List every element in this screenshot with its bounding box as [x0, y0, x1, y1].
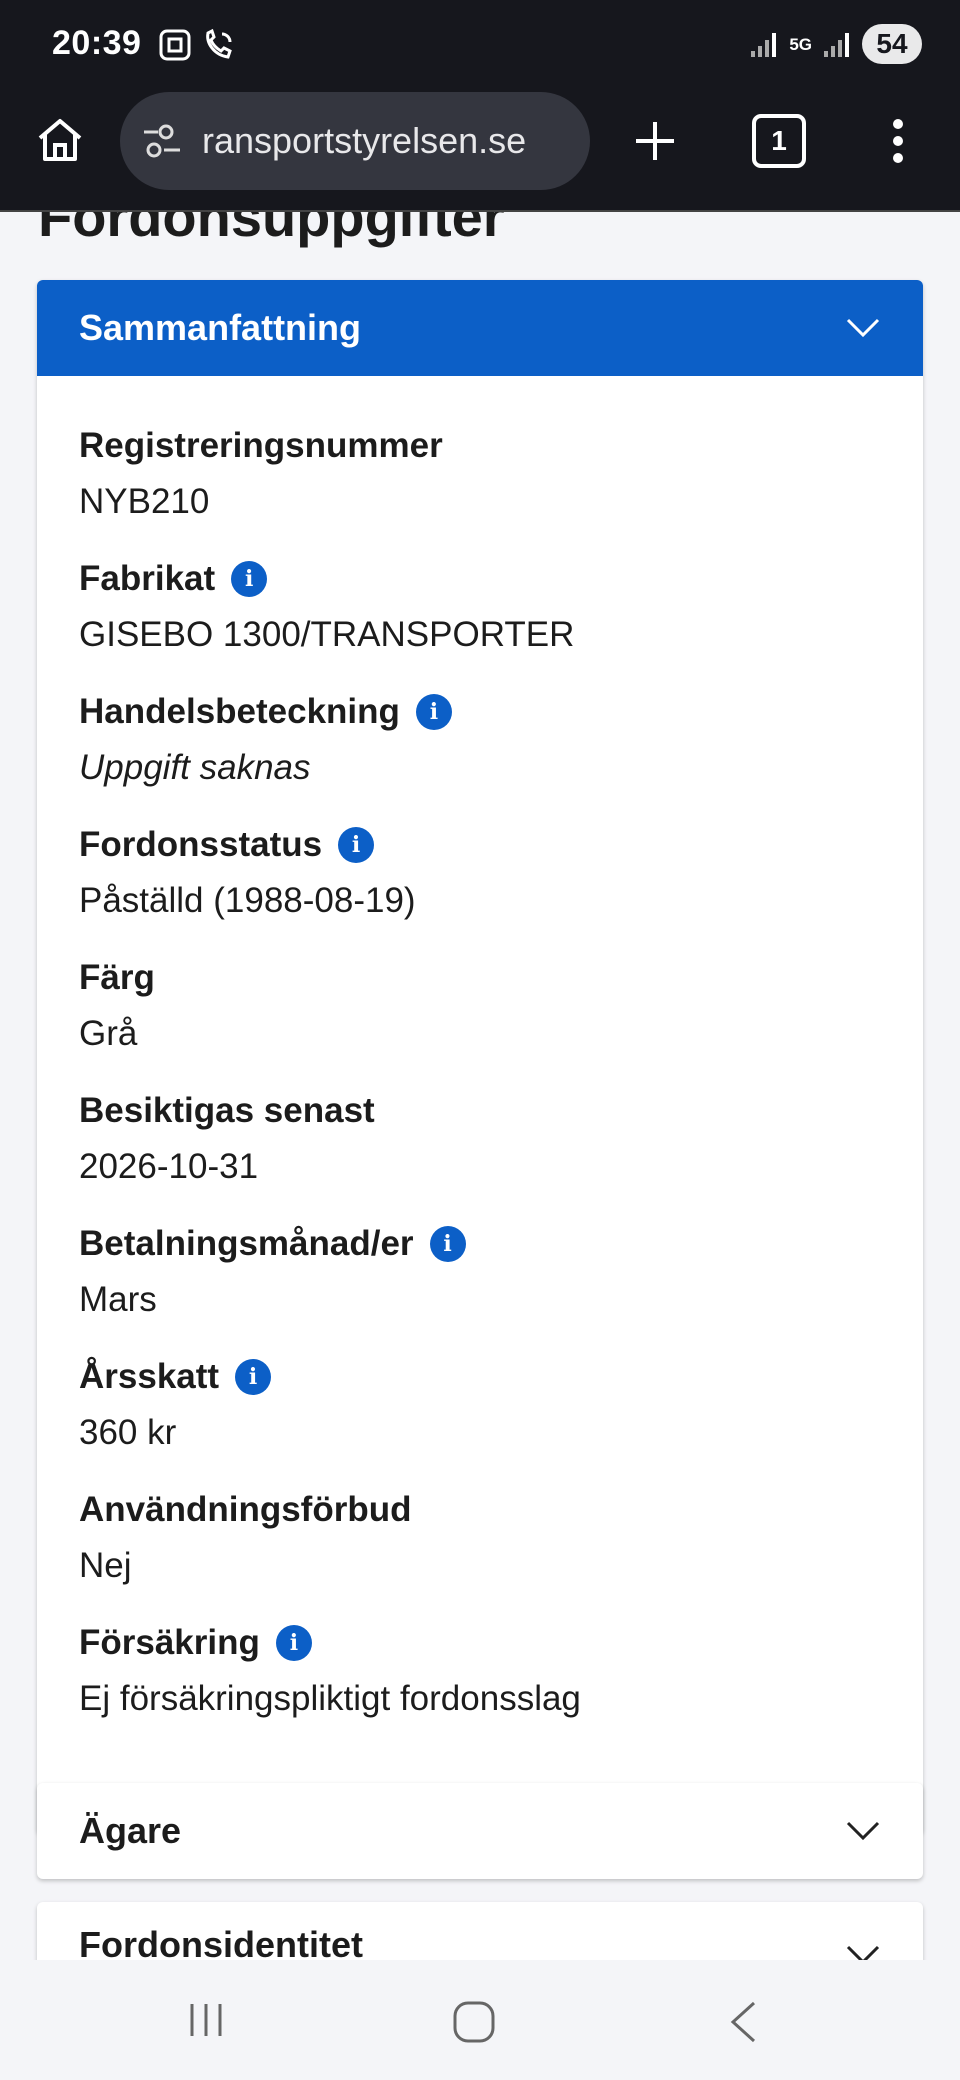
- status-time: 20:39: [52, 24, 142, 62]
- more-vertical-icon: [893, 119, 903, 163]
- field-label: Färg: [79, 958, 155, 997]
- vehicle-identity-card[interactable]: Fordonsidentitet: [37, 1902, 923, 1960]
- new-tab-button[interactable]: [624, 110, 686, 172]
- field-label: Handelsbeteckning: [79, 692, 400, 731]
- field-value: 2026-10-31: [79, 1147, 259, 1186]
- tab-switcher-button[interactable]: 1: [752, 114, 806, 168]
- summary-fields: Registreringsnummer NYB210 Fabrikat i GISEBO…: [37, 376, 923, 1754]
- field-label: Fordonsstatus: [79, 825, 323, 864]
- field-value: Nej: [79, 1546, 132, 1585]
- field-value: Mars: [79, 1280, 157, 1319]
- summary-field: Fabrikat i GISEBO 1300/TRANSPORTER: [79, 557, 881, 690]
- field-label: Fabrikat: [79, 559, 216, 598]
- field-label-row: Färg: [79, 956, 881, 1000]
- field-label-row: Betalningsmånad/er i: [79, 1222, 881, 1266]
- info-icon[interactable]: i: [429, 1226, 466, 1262]
- page-content: Fordonsuppgifter Sammanfattning Registre…: [0, 212, 960, 1960]
- field-value: NYB210: [79, 482, 210, 521]
- field-value: Grå: [79, 1014, 138, 1053]
- field-value: Uppgift saknas: [79, 748, 311, 787]
- field-label-row: Försäkring i: [79, 1621, 881, 1665]
- info-icon[interactable]: i: [235, 1359, 272, 1395]
- field-value: Påställd (1988-08-19): [79, 881, 416, 920]
- summary-field: Registreringsnummer NYB210: [79, 424, 881, 557]
- field-label-row: Fabrikat i: [79, 557, 881, 601]
- info-icon[interactable]: i: [275, 1625, 312, 1661]
- summary-title: Sammanfattning: [79, 307, 362, 348]
- status-bar: 20:39 5G 54: [0, 0, 960, 90]
- info-icon[interactable]: i: [415, 694, 452, 730]
- summary-field: Färg Grå: [79, 956, 881, 1089]
- field-value: 360 kr: [79, 1413, 177, 1452]
- browser-toolbar: ransportstyrelsen.se 1: [0, 90, 960, 212]
- summary-card: Sammanfattning Registreringsnummer NYB210…: [37, 280, 923, 1834]
- home-icon: [38, 119, 82, 161]
- wifi-call-icon: [206, 28, 232, 59]
- status-system-icons: 5G 54: [749, 24, 922, 64]
- info-icon[interactable]: i: [231, 561, 268, 597]
- recent-apps-icon[interactable]: [186, 2000, 226, 2040]
- home-nav-icon[interactable]: [452, 2000, 496, 2044]
- page-title: Fordonsuppgifter: [38, 212, 505, 248]
- field-label-row: Årsskatt i: [79, 1355, 881, 1399]
- signal-icon: [751, 33, 777, 57]
- field-label: Årsskatt: [79, 1357, 220, 1396]
- field-label-row: Registreringsnummer: [79, 424, 881, 468]
- tab-count: 1: [771, 125, 787, 156]
- owner-card[interactable]: Ägare: [37, 1783, 923, 1879]
- field-value: Ej försäkringspliktigt fordonsslag: [79, 1679, 581, 1718]
- back-icon[interactable]: [728, 2000, 758, 2044]
- field-label: Betalningsmånad/er: [79, 1224, 414, 1263]
- address-bar[interactable]: ransportstyrelsen.se: [120, 92, 590, 190]
- system-navigation-bar: [0, 1960, 960, 2080]
- summary-field: Användningsförbud Nej: [79, 1488, 881, 1621]
- status-notification-icons: [158, 28, 236, 62]
- field-label: Försäkring: [79, 1623, 260, 1662]
- field-label-row: Fordonsstatus i: [79, 823, 881, 867]
- chevron-down-icon: [846, 1821, 880, 1841]
- network-type-label: 5G: [789, 34, 812, 54]
- menu-button[interactable]: [878, 110, 918, 172]
- chevron-down-icon: [846, 318, 880, 338]
- vehicle-identity-title: Fordonsidentitet: [79, 1924, 363, 1960]
- summary-field: Försäkring i Ej försäkringspliktigt fordon…: [79, 1621, 881, 1754]
- field-label: Användningsförbud: [79, 1490, 412, 1529]
- summary-header[interactable]: Sammanfattning: [37, 280, 923, 376]
- vehicle-identity-header[interactable]: Fordonsidentitet: [37, 1902, 923, 1960]
- summary-field: Handelsbeteckning i Uppgift saknas: [79, 690, 881, 823]
- chevron-down-icon: [846, 1945, 880, 1960]
- battery-indicator: 54: [862, 24, 922, 64]
- owner-title: Ägare: [79, 1810, 182, 1851]
- summary-field: Besiktigas senast 2026-10-31: [79, 1089, 881, 1222]
- summary-field: Fordonsstatus i Påställd (1988-08-19): [79, 823, 881, 956]
- field-label: Besiktigas senast: [79, 1091, 375, 1130]
- field-label-row: Användningsförbud: [79, 1488, 881, 1532]
- field-label-row: Besiktigas senast: [79, 1089, 881, 1133]
- home-button[interactable]: [30, 110, 90, 170]
- field-label: Registreringsnummer: [79, 426, 443, 465]
- url-text: ransportstyrelsen.se: [202, 120, 527, 161]
- field-label-row: Handelsbeteckning i: [79, 690, 881, 734]
- screenshot-icon: [159, 29, 191, 61]
- signal-icon-2: [824, 33, 849, 57]
- plus-icon: [636, 122, 674, 160]
- site-settings-icon[interactable]: [142, 122, 182, 160]
- field-value: GISEBO 1300/TRANSPORTER: [79, 615, 575, 654]
- info-icon[interactable]: i: [338, 827, 375, 863]
- summary-field: Årsskatt i 360 kr: [79, 1355, 881, 1488]
- owner-header[interactable]: Ägare: [37, 1783, 923, 1879]
- summary-field: Betalningsmånad/er i Mars: [79, 1222, 881, 1355]
